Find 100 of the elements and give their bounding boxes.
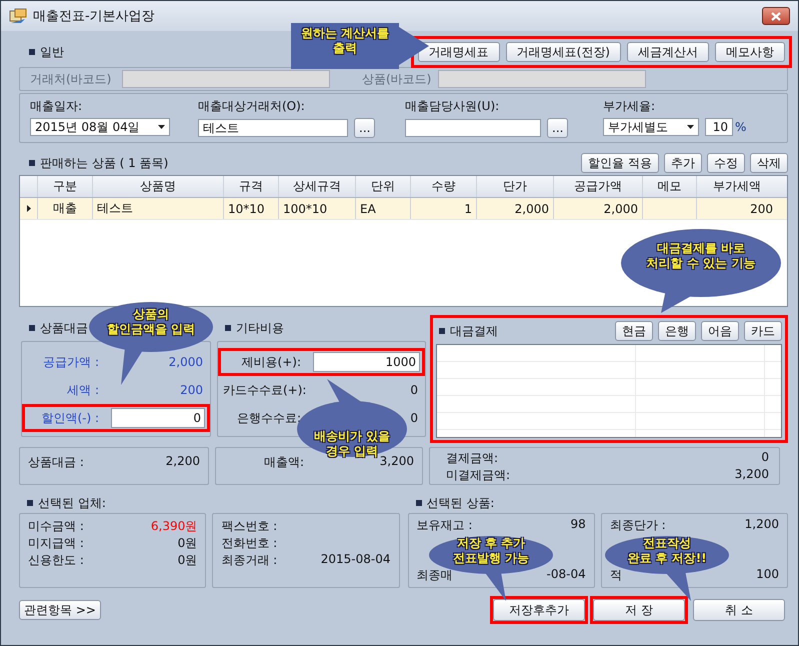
info-value: 2015-08-04: [320, 552, 390, 568]
info-value: 98: [570, 517, 586, 533]
column-header[interactable]: 구분: [38, 176, 93, 197]
column-header[interactable]: 수량: [411, 176, 477, 197]
field-label: 최종거래 :: [221, 552, 278, 569]
field-label: 공급가액 :: [42, 354, 99, 370]
vat-dropdown[interactable]: 부가세별도: [603, 118, 699, 136]
staff-field[interactable]: [405, 119, 541, 137]
print-button[interactable]: 거래명세표: [418, 42, 500, 62]
table-cell: 테스트: [93, 198, 224, 219]
caret-icon: [158, 125, 165, 129]
column-header[interactable]: 단위: [356, 176, 411, 197]
payment-button[interactable]: 어음: [701, 321, 739, 341]
field-label: 할인액(-) :: [40, 410, 99, 426]
field-label: 미결제금액:: [445, 467, 510, 484]
date-dropdown[interactable]: 2015년 08월 04일: [30, 118, 170, 136]
payment-button[interactable]: 은행: [658, 321, 696, 341]
toolbar-button[interactable]: 추가: [664, 153, 702, 173]
amount-value: 200: [179, 383, 204, 397]
section-heading: 선택된 상품:: [426, 494, 494, 512]
section-heading: 일반: [40, 44, 64, 60]
bullet-icon: [439, 328, 445, 334]
related-items-button[interactable]: 관련항목 >>: [19, 600, 101, 620]
vat-rate-field[interactable]: 10: [705, 118, 733, 136]
toolbar-button[interactable]: 수정: [707, 153, 745, 173]
print-button[interactable]: 메모사항: [715, 42, 785, 62]
callout-text: 전표작성 완료 후 저장!!: [627, 536, 707, 566]
amount-value: 0: [409, 411, 419, 425]
info-value: 1,200: [744, 517, 779, 533]
table-cell: 2,000: [477, 198, 554, 219]
toolbar-button[interactable]: 할인율 적용: [581, 153, 659, 173]
field-label: 최종매: [416, 567, 452, 584]
field-label: 제비용(+):: [240, 354, 301, 370]
section-heading: 상품대금: [40, 320, 88, 336]
column-header[interactable]: 메모: [643, 176, 697, 197]
callout-text: 대금결제를 바로 처리할 수 있는 기능: [646, 241, 756, 271]
amount-value: 0: [409, 383, 419, 397]
field-label: 보유재고 :: [416, 517, 472, 534]
print-button[interactable]: 세금계산서: [627, 42, 709, 62]
column-header[interactable]: 상세규격: [279, 176, 356, 197]
field-label: 상품대금 :: [28, 454, 85, 471]
column-header[interactable]: 공급가액: [554, 176, 643, 197]
payment-button[interactable]: 카드: [744, 321, 782, 341]
action-button[interactable]: 저장후추가: [493, 599, 585, 621]
close-icon: [771, 12, 781, 20]
cost-field[interactable]: 1000: [313, 352, 420, 372]
field-label: 매출담당사원(U):: [405, 98, 500, 115]
field-label: 은행수수료:: [236, 410, 301, 426]
field-label: 최종단가 :: [610, 517, 666, 534]
amount-value: 2,200: [166, 454, 200, 470]
bullet-icon: [416, 500, 422, 506]
table-row[interactable]: 매출 테스트 10*10 100*10 EA 1 2,000 2,000 200: [20, 198, 787, 220]
info-value: -08-04: [546, 567, 586, 583]
table-cell: 100*10: [279, 198, 356, 219]
browse-button[interactable]: ...: [354, 118, 376, 138]
row-pointer-icon: [26, 205, 30, 212]
print-button[interactable]: 거래명세표(전장): [506, 42, 621, 62]
callout-text: 원하는 계산서를 출력: [300, 26, 390, 56]
table-cell: 10*10: [224, 198, 279, 219]
column-header[interactable]: 부가세액: [697, 176, 777, 197]
table-cell: 1: [411, 198, 477, 219]
window-title: 매출전표-기본사업장: [33, 8, 156, 25]
bullet-icon: [29, 160, 35, 166]
field-label: 상품(바코드): [362, 70, 432, 88]
amount-value: 0원: [178, 552, 198, 569]
action-button[interactable]: 저 장: [593, 599, 685, 621]
section-heading: 판매하는 상품 ( 1 품목): [40, 154, 168, 172]
bullet-icon: [27, 500, 33, 506]
discount-field[interactable]: 0: [111, 408, 205, 428]
percent-sign: %: [735, 120, 746, 134]
payment-button[interactable]: 현금: [615, 321, 653, 341]
bullet-icon: [225, 325, 231, 331]
field-label: 결제금액:: [445, 450, 498, 467]
action-button[interactable]: 취 소: [693, 599, 785, 621]
field-label: 세액 :: [66, 382, 99, 398]
info-value: 100: [756, 567, 779, 583]
table-cell: 2,000: [554, 198, 643, 219]
customer-field[interactable]: 테스트: [198, 119, 348, 137]
field-label: 적: [610, 567, 622, 584]
column-header[interactable]: 규격: [224, 176, 279, 197]
app-icon: [9, 8, 27, 24]
toolbar-button[interactable]: 삭제: [750, 153, 788, 173]
amount-value: 3,200: [380, 454, 414, 470]
browse-button[interactable]: ...: [547, 118, 568, 138]
column-header[interactable]: 상품명: [93, 176, 224, 197]
column-header[interactable]: 단가: [477, 176, 554, 197]
field-label: 팩스번호 :: [221, 518, 278, 535]
amount-value: 0: [761, 450, 769, 466]
section-heading: 선택된 업체:: [38, 494, 106, 512]
table-cell: 매출: [38, 198, 93, 219]
field-label: 미지급액 :: [28, 535, 84, 552]
callout-text: 상품의 할인금액을 입력: [106, 307, 196, 337]
bullet-icon: [29, 49, 35, 55]
bullet-icon: [29, 325, 35, 331]
field-label: 전화번호 :: [221, 535, 278, 552]
table-cell-text: 200: [749, 200, 774, 218]
field-label: 매출일자:: [30, 98, 84, 115]
amount-value: 2,000: [168, 355, 204, 369]
close-button[interactable]: [762, 7, 790, 25]
section-heading: 기타비용: [236, 320, 284, 336]
